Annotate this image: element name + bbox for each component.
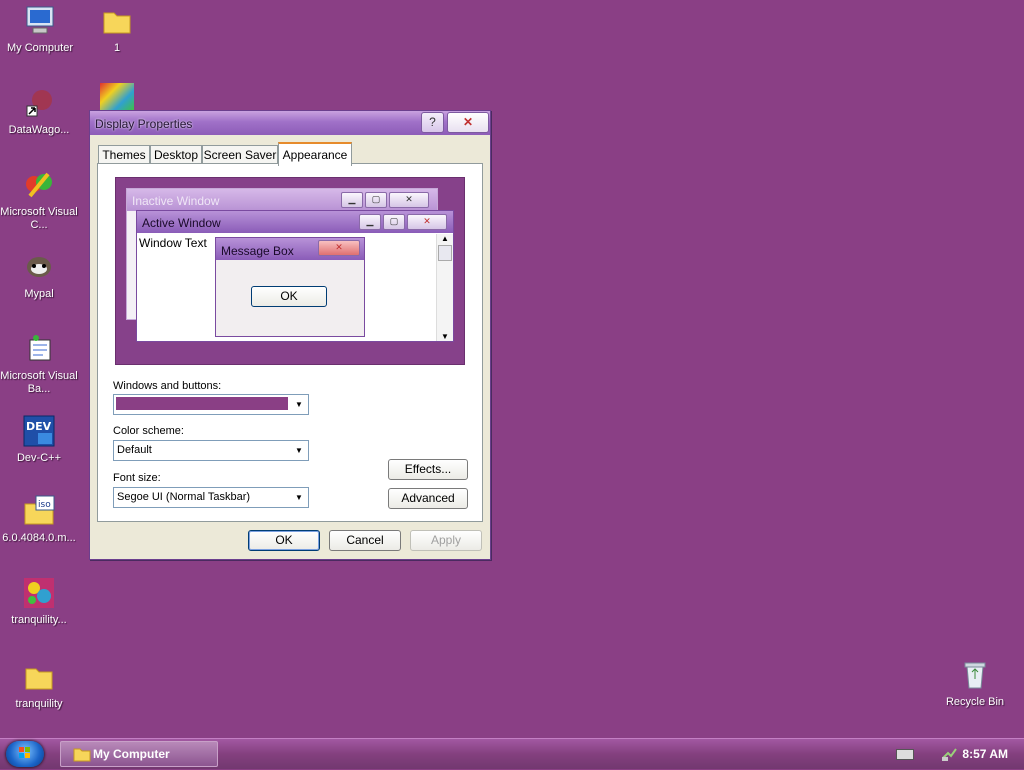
desktop-icon-label: Mypal: [24, 288, 54, 300]
dialog-title: Display Properties: [95, 117, 193, 131]
desktop-icon-label: My Computer: [6, 42, 74, 54]
clock[interactable]: 8:57 AM: [962, 747, 1008, 761]
desktop-icon-recycle-bin[interactable]: Recycle Bin: [936, 658, 1014, 709]
close-icon: ✕: [389, 192, 429, 208]
color-scheme-select[interactable]: Default ▼: [113, 440, 309, 461]
minimize-icon: ▁: [341, 192, 363, 208]
maximize-icon: ▢: [365, 192, 387, 208]
font-size-label: Font size:: [113, 472, 161, 484]
cancel-button[interactable]: Cancel: [329, 530, 401, 551]
desktop-icon-dev-cpp[interactable]: DEV Dev-C++: [0, 414, 78, 465]
desktop-icon-tranquility-image[interactable]: tranquility...: [0, 576, 78, 627]
desktop-icon-label: Recycle Bin: [945, 696, 1005, 708]
desktop-icon-label: DataWago...: [8, 124, 70, 136]
maximize-icon: ▢: [383, 214, 405, 230]
apply-button[interactable]: Apply: [410, 530, 482, 551]
desktop-icon-visual-c[interactable]: Microsoft Visual C...: [0, 168, 78, 232]
dev-cpp-icon: DEV: [22, 414, 56, 448]
effects-button[interactable]: Effects...: [388, 459, 468, 480]
start-button[interactable]: [6, 741, 44, 767]
taskbar: My Computer 8:57 AM: [0, 738, 1024, 769]
desktop-icon-label: Microsoft Visual C...: [0, 206, 78, 231]
desktop-icon-folder-1[interactable]: 1: [78, 4, 156, 55]
visual-studio-icon: [22, 168, 56, 202]
minimize-icon: ▁: [359, 214, 381, 230]
preview-ok-button: OK: [251, 286, 327, 307]
appearance-panel: Inactive Window ▁ ▢ ✕ Active Window ▁ ▢ …: [97, 163, 483, 522]
font-size-select[interactable]: Segoe UI (Normal Taskbar) ▼: [113, 487, 309, 508]
folder-icon: [100, 4, 134, 38]
taskbar-item-my-computer[interactable]: My Computer: [60, 741, 218, 767]
preview-message-box: Message Box ✕ OK: [215, 237, 365, 337]
inactive-window-title: Inactive Window: [132, 194, 220, 208]
taskbar-item-label: My Computer: [93, 747, 170, 761]
message-box-title: Message Box: [221, 244, 294, 258]
windows-buttons-select[interactable]: ▼: [113, 394, 309, 415]
desktop-icon-datawago[interactable]: DataWago...: [0, 86, 78, 137]
desktop-icon-iso[interactable]: iso 6.0.4084.0.m...: [0, 494, 78, 545]
tab-themes[interactable]: Themes: [98, 145, 150, 164]
desktop-icon-label: tranquility...: [11, 614, 67, 626]
advanced-button[interactable]: Advanced: [388, 488, 468, 509]
scroll-up-icon: ▲: [441, 234, 449, 243]
desktop-icon-label: 6.0.4084.0.m...: [2, 532, 76, 544]
message-box-title-bar: Message Box ✕: [216, 238, 364, 260]
font-size-value: Segoe UI (Normal Taskbar): [117, 491, 251, 503]
desktop-icon-my-computer[interactable]: My Computer: [1, 4, 79, 55]
mypal-icon: [22, 250, 56, 284]
desktop-icon-label: 1: [113, 42, 121, 54]
preview-scrollbar: ▲ ▼: [436, 234, 453, 341]
window-text-sample: Window Text: [139, 236, 207, 250]
folder-icon: [22, 660, 56, 694]
close-icon: ✕: [318, 240, 360, 256]
close-icon: ✕: [407, 214, 447, 230]
tab-desktop[interactable]: Desktop: [150, 145, 202, 164]
ok-button[interactable]: OK: [248, 530, 320, 551]
desktop-icon-label: Microsoft Visual Ba...: [0, 370, 78, 395]
dialog-title-bar[interactable]: Display Properties ? ✕: [90, 111, 490, 135]
active-window-title-bar: Active Window ▁ ▢ ✕: [137, 211, 453, 233]
image-icon: [22, 576, 56, 610]
chevron-down-icon: ▼: [291, 396, 307, 413]
close-button[interactable]: ✕: [447, 112, 489, 133]
display-properties-dialog: Display Properties ? ✕ Themes Desktop Sc…: [89, 110, 491, 560]
windows-logo-icon: [19, 747, 30, 758]
desktop-icon-visual-basic[interactable]: Microsoft Visual Ba...: [0, 332, 78, 396]
scroll-thumb: [438, 245, 452, 261]
scroll-down-icon: ▼: [441, 332, 449, 341]
keyboard-icon[interactable]: [896, 749, 914, 760]
tab-screen-saver[interactable]: Screen Saver: [202, 145, 278, 164]
active-window-title: Active Window: [142, 216, 221, 230]
help-button[interactable]: ?: [421, 112, 444, 133]
desktop-icon-mypal[interactable]: Mypal: [0, 250, 78, 301]
visual-basic-icon: [22, 332, 56, 366]
chevron-down-icon: ▼: [291, 442, 307, 459]
appearance-preview: Inactive Window ▁ ▢ ✕ Active Window ▁ ▢ …: [115, 177, 465, 365]
folder-icon: [73, 748, 91, 762]
chevron-down-icon: ▼: [291, 489, 307, 506]
iso-folder-icon: iso: [22, 494, 56, 528]
svg-text:DEV: DEV: [26, 420, 52, 433]
svg-text:iso: iso: [38, 500, 51, 510]
style-swatch: [116, 397, 288, 410]
color-scheme-value: Default: [117, 444, 152, 456]
desktop-icon-partial: [100, 83, 134, 111]
tab-appearance[interactable]: Appearance: [278, 142, 352, 166]
inactive-window-title-bar: Inactive Window ▁ ▢ ✕: [127, 189, 437, 211]
desktop-icon-label: Dev-C++: [16, 452, 62, 464]
windows-buttons-label: Windows and buttons:: [113, 380, 222, 392]
color-scheme-label: Color scheme:: [113, 425, 184, 437]
recycle-bin-icon: [958, 658, 992, 692]
shortcut-icon: [22, 86, 56, 120]
network-icon[interactable]: [940, 744, 958, 762]
computer-icon: [23, 4, 57, 38]
desktop-icon-tranquility-folder[interactable]: tranquility: [0, 660, 78, 711]
close-icon: ✕: [462, 115, 474, 129]
desktop-icon-label: tranquility: [15, 698, 63, 710]
